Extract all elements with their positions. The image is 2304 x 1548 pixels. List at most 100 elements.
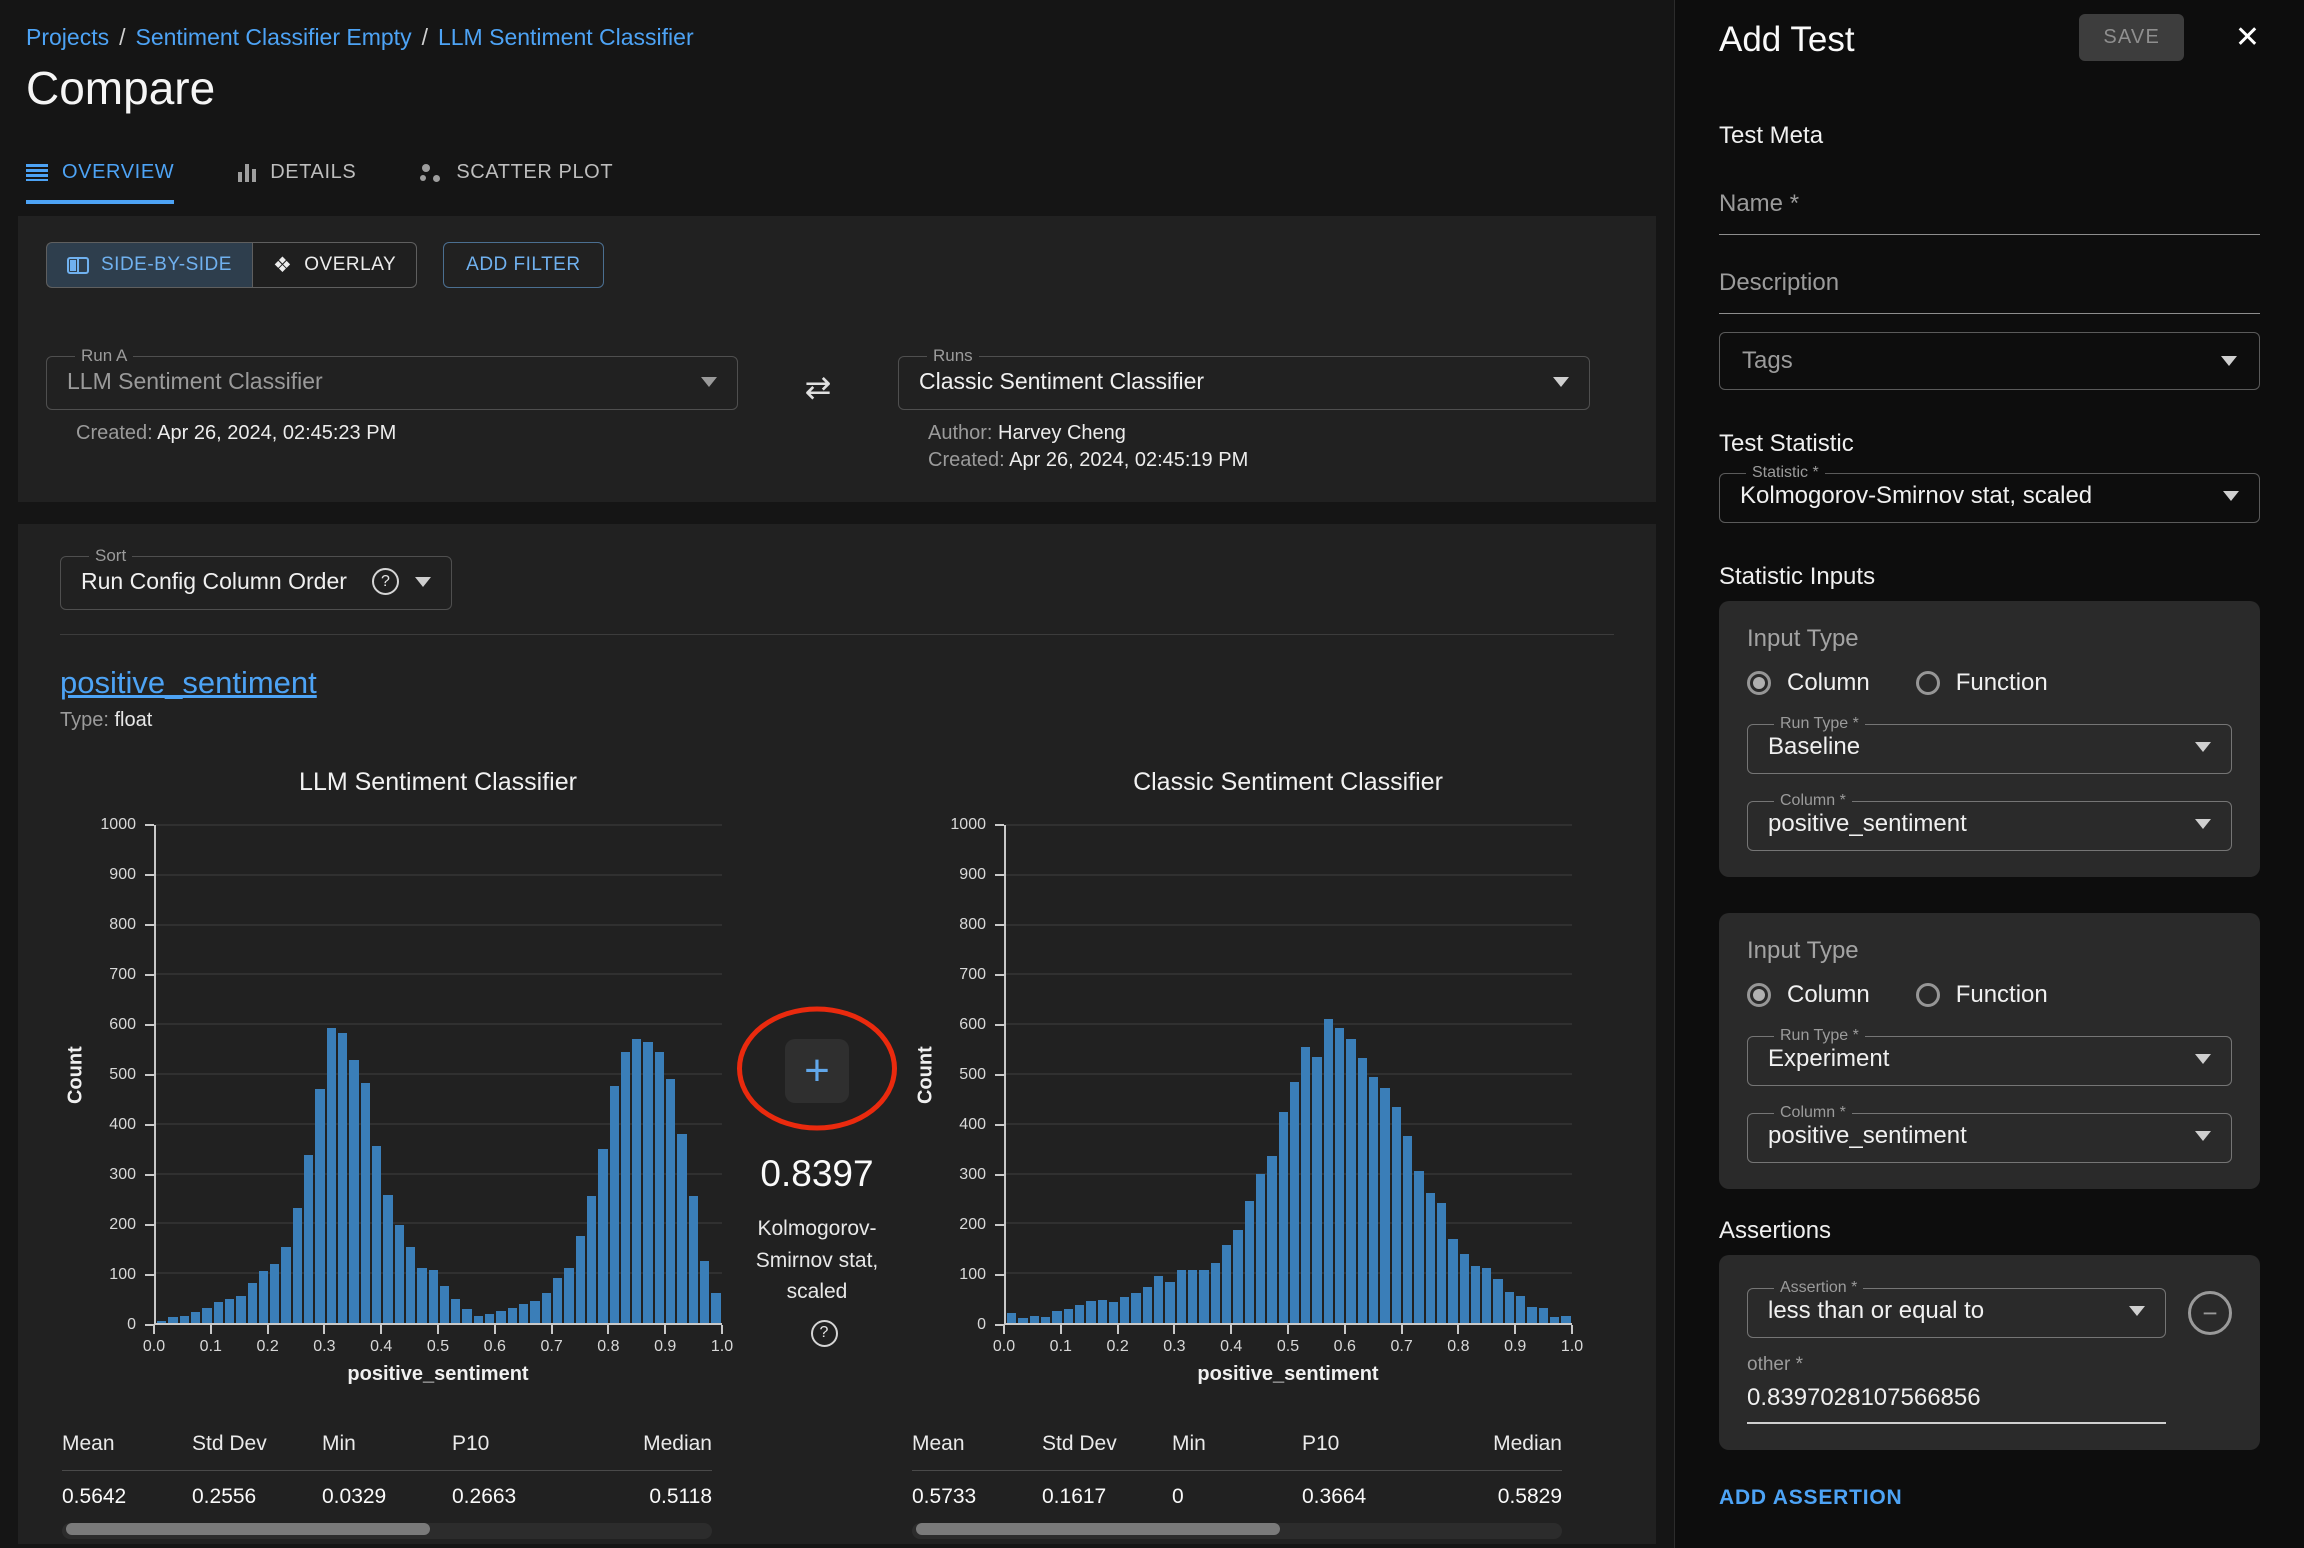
remove-assertion-button[interactable]: − (2188, 1291, 2232, 1335)
tab-details-label: DETAILS (270, 161, 356, 184)
y-axis-label: Count (912, 825, 940, 1325)
histogram-bar (1120, 1297, 1129, 1323)
column-select[interactable]: Column * positive_sentiment (1747, 792, 2232, 851)
scrollbar-thumb[interactable] (916, 1523, 1280, 1535)
view-mode-toolbar: SIDE-BY-SIDE ❖ OVERLAY ADD FILTER (46, 242, 1628, 288)
other-field[interactable]: other * 0.8397028107566856 (1747, 1354, 2166, 1424)
histogram-bar (349, 1060, 358, 1323)
breadcrumb-projects[interactable]: Projects (26, 24, 109, 50)
histogram-bar (157, 1321, 166, 1323)
chevron-down-icon (2195, 1054, 2211, 1064)
run-b-column: Runs Classic Sentiment Classifier Author… (898, 346, 1590, 472)
histogram-bar (1324, 1019, 1333, 1323)
histogram-bar (1471, 1266, 1480, 1323)
stats-table-right: Mean Std Dev Min P10 Median 0.5733 0.161… (912, 1432, 1562, 1539)
overlay-button[interactable]: ❖ OVERLAY (252, 242, 417, 288)
x-tick-label: 0.1 (1050, 1338, 1072, 1356)
chevron-down-icon (2195, 819, 2211, 829)
histogram-bar (440, 1286, 449, 1323)
close-icon[interactable]: ✕ (2235, 20, 2260, 55)
help-icon[interactable]: ? (372, 568, 399, 595)
histogram-bar (1369, 1077, 1378, 1324)
column-select[interactable]: Column * positive_sentiment (1747, 1104, 2232, 1163)
histogram-bar (1414, 1171, 1423, 1323)
x-tick-mark (721, 1325, 723, 1334)
y-tick-mark (145, 1024, 154, 1026)
breadcrumb-run[interactable]: LLM Sentiment Classifier (438, 24, 694, 50)
plot-area (154, 825, 722, 1325)
plot-area (1004, 825, 1572, 1325)
y-tick-label: 300 (959, 1166, 986, 1184)
histogram-bar (666, 1079, 675, 1323)
side-by-side-button[interactable]: SIDE-BY-SIDE (46, 242, 252, 288)
description-field[interactable]: Description (1719, 269, 2260, 314)
histogram-bar (1211, 1263, 1220, 1323)
horizontal-scrollbar[interactable] (62, 1523, 712, 1539)
horizontal-scrollbar[interactable] (912, 1523, 1562, 1539)
run-b-author: Author: Harvey Cheng (928, 422, 1590, 445)
run-type-select[interactable]: Run Type * Experiment (1747, 1027, 2232, 1086)
run-type-label: Run Type * (1774, 715, 1865, 733)
tab-overview[interactable]: OVERVIEW (26, 161, 174, 204)
field-compare-panel: Sort Run Config Column Order ? positive_… (18, 524, 1656, 1544)
histogram-bar (1312, 1057, 1321, 1323)
add-filter-button[interactable]: ADD FILTER (443, 242, 603, 288)
histogram-bar (1561, 1316, 1570, 1323)
run-a-select[interactable]: Run A LLM Sentiment Classifier (46, 346, 738, 410)
stat-min: 0 (1172, 1485, 1302, 1509)
tab-details[interactable]: DETAILS (238, 161, 356, 204)
radio-function[interactable]: Function (1916, 669, 2048, 697)
y-tick-mark (995, 974, 1004, 976)
tags-select[interactable]: Tags (1719, 332, 2260, 390)
breadcrumb-project[interactable]: Sentiment Classifier Empty (135, 24, 411, 50)
x-tick-label: 0.3 (313, 1338, 335, 1356)
radio-function[interactable]: Function (1916, 981, 2048, 1009)
histogram-bar (327, 1028, 336, 1323)
histogram-bar (1392, 1107, 1401, 1323)
sort-select[interactable]: Sort Run Config Column Order ? (60, 546, 452, 610)
chevron-down-icon (2195, 742, 2211, 752)
radio-column[interactable]: Column (1747, 981, 1870, 1009)
y-tick-label: 300 (109, 1166, 136, 1184)
y-tick-label: 900 (959, 866, 986, 884)
histogram-bar (1199, 1270, 1208, 1323)
test-meta-heading: Test Meta (1719, 122, 2260, 150)
add-test-button[interactable]: + (785, 1039, 849, 1103)
field-link-positive-sentiment[interactable]: positive_sentiment (60, 665, 317, 701)
swap-runs-icon[interactable]: ⇄ (805, 368, 832, 472)
histogram-bar (1335, 1028, 1344, 1323)
x-tick-mark (437, 1325, 439, 1334)
histogram-bar (1437, 1203, 1446, 1323)
histogram-bar (598, 1149, 607, 1323)
scrollbar-thumb[interactable] (66, 1523, 430, 1535)
histogram-bar (1279, 1112, 1288, 1323)
help-icon[interactable]: ? (811, 1320, 838, 1347)
histogram-bar (417, 1268, 426, 1323)
statistic-select[interactable]: Statistic * Kolmogorov-Smirnov stat, sca… (1719, 464, 2260, 523)
runs-select[interactable]: Runs Classic Sentiment Classifier (898, 346, 1590, 410)
histogram-bar (168, 1317, 177, 1323)
tab-scatter-plot[interactable]: SCATTER PLOT (420, 161, 613, 204)
name-field[interactable]: Name * (1719, 190, 2260, 235)
stats-col-stddev: Std Dev (192, 1432, 322, 1456)
assertion-select[interactable]: Assertion * less than or equal to (1747, 1279, 2166, 1338)
histogram-bar (1358, 1058, 1367, 1323)
histogram-bar (1041, 1317, 1050, 1323)
x-tick-mark (1117, 1325, 1119, 1334)
histogram-bar (1154, 1276, 1163, 1323)
y-tick-mark (995, 1024, 1004, 1026)
histogram-bar (1516, 1296, 1525, 1323)
run-type-select[interactable]: Run Type * Baseline (1747, 715, 2232, 774)
stats-col-min: Min (322, 1432, 452, 1456)
histogram-bar (372, 1146, 381, 1323)
radio-column[interactable]: Column (1747, 669, 1870, 697)
stat-stddev: 0.2556 (192, 1485, 322, 1509)
y-axis-label: Count (62, 825, 90, 1325)
histogram-bar (1030, 1316, 1039, 1323)
x-tick-label: 0.4 (370, 1338, 392, 1356)
histogram-bar (655, 1052, 664, 1323)
histogram-bar (406, 1247, 415, 1323)
add-assertion-button[interactable]: ADD ASSERTION (1719, 1486, 1902, 1510)
histogram-bar (1346, 1039, 1355, 1323)
save-button[interactable]: SAVE (2079, 14, 2184, 61)
